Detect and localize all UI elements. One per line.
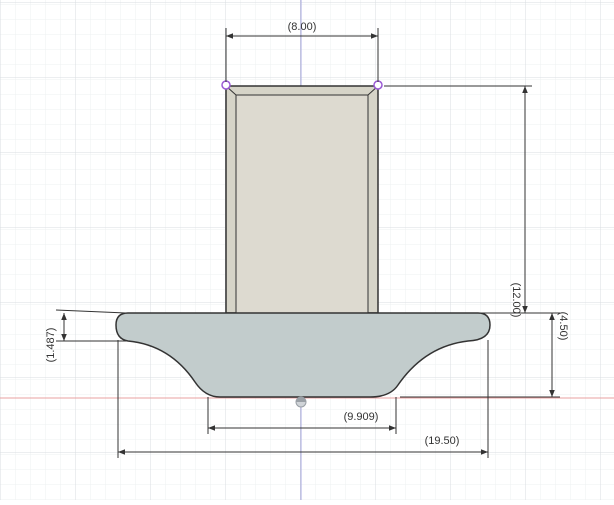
dimension-label-top-width[interactable]: (8.00) [288, 21, 317, 33]
dimension-label-stem-height[interactable]: (12.00) [510, 283, 522, 318]
dimension-label-bottom-width[interactable]: (9.909) [344, 411, 379, 423]
constraint-point-left[interactable] [221, 80, 231, 90]
sketch-svg[interactable]: (8.00) (12.00) (4.50) (1.487) (9.909) (1… [0, 0, 614, 500]
dimension-label-overall-width[interactable]: (19.50) [425, 435, 460, 447]
dimension-label-edge-height[interactable]: (1.487) [45, 328, 57, 363]
sketch-canvas[interactable]: (8.00) (12.00) (4.50) (1.487) (9.909) (1… [0, 0, 614, 500]
stem-profile[interactable] [225, 85, 379, 314]
constraint-point-right[interactable] [373, 80, 383, 90]
origin-icon[interactable] [295, 396, 307, 408]
dimension-label-base-height[interactable]: (4.50) [557, 312, 569, 341]
